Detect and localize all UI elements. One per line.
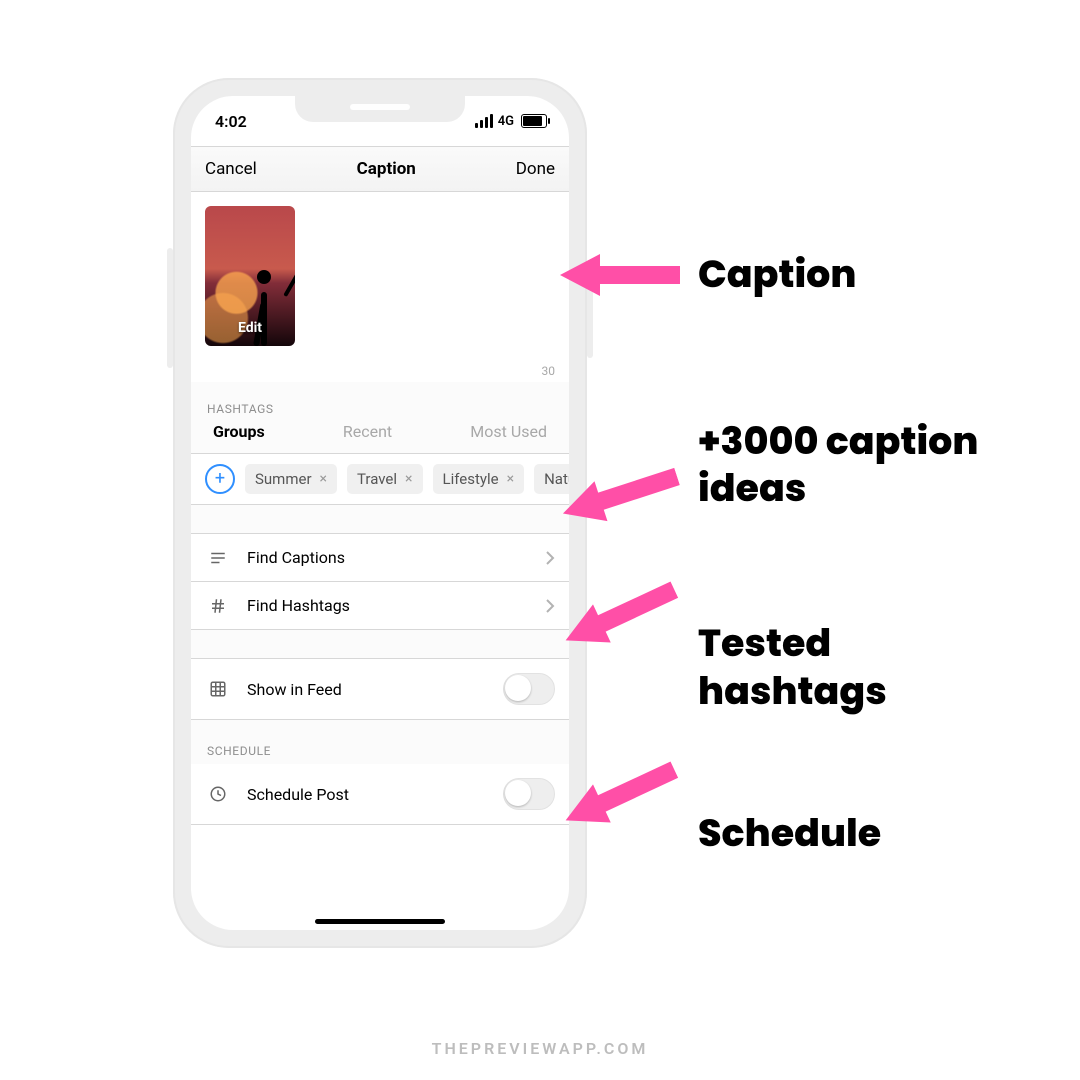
grid-icon: [207, 680, 229, 698]
schedule-header: SCHEDULE: [191, 720, 569, 764]
add-group-icon[interactable]: +: [205, 464, 235, 494]
home-indicator: [315, 919, 445, 924]
status-time: 4:02: [215, 112, 247, 131]
edit-thumbnail-label: Edit: [205, 320, 295, 336]
hashtag-chips[interactable]: + Summer× Travel× Lifestyle× Nature: [191, 454, 569, 505]
post-thumbnail[interactable]: Edit: [205, 206, 295, 346]
close-icon[interactable]: ×: [320, 471, 327, 487]
hashtags-header: HASHTAGS: [191, 382, 569, 422]
find-hashtags-row[interactable]: Find Hashtags: [191, 582, 569, 630]
battery-icon: [521, 114, 547, 128]
arrow-left-icon: [560, 250, 680, 300]
signal-icon: [475, 114, 493, 128]
annotation-schedule: Schedule: [560, 770, 881, 858]
annotation-caption-ideas: +3000 caption ideas: [560, 470, 998, 520]
phone-notch: [295, 96, 465, 122]
tab-most-used[interactable]: Most Used: [470, 422, 547, 441]
find-hashtags-label: Find Hashtags: [247, 596, 527, 615]
show-in-feed-label: Show in Feed: [247, 680, 485, 699]
phone-screen: 4:02 4G Cancel Caption Done Edit 30 HASH…: [191, 96, 569, 930]
find-captions-label: Find Captions: [247, 548, 527, 567]
chip-summer[interactable]: Summer×: [245, 464, 337, 494]
chip-travel[interactable]: Travel×: [347, 464, 423, 494]
show-in-feed-toggle[interactable]: [503, 673, 555, 705]
annotation-tested-hashtags: Tested hashtags: [560, 590, 998, 715]
footer-brand: THEPREVIEWAPP.COM: [0, 1039, 1080, 1058]
tab-recent[interactable]: Recent: [343, 422, 392, 441]
page-title: Caption: [257, 159, 516, 179]
cancel-button[interactable]: Cancel: [205, 159, 257, 179]
clock-icon: [207, 785, 229, 803]
nav-bar: Cancel Caption Done: [191, 146, 569, 192]
done-button[interactable]: Done: [516, 159, 555, 179]
tab-groups[interactable]: Groups: [213, 422, 265, 441]
chevron-right-icon: [545, 550, 555, 566]
status-network: 4G: [498, 114, 514, 129]
schedule-post-row[interactable]: Schedule Post: [191, 764, 569, 825]
caption-area[interactable]: Edit 30: [191, 192, 569, 382]
phone-mockup: 4:02 4G Cancel Caption Done Edit 30 HASH…: [173, 78, 587, 948]
hashtag-tabs: Groups Recent Most Used: [191, 422, 569, 454]
schedule-post-label: Schedule Post: [247, 785, 485, 804]
close-icon[interactable]: ×: [405, 471, 412, 487]
close-icon[interactable]: ×: [507, 471, 514, 487]
lines-icon: [207, 549, 229, 567]
show-in-feed-row[interactable]: Show in Feed: [191, 659, 569, 720]
annotation-caption: Caption: [560, 250, 856, 300]
find-captions-row[interactable]: Find Captions: [191, 534, 569, 582]
hashtag-icon: [207, 597, 229, 615]
chevron-right-icon: [545, 598, 555, 614]
caption-count: 30: [542, 364, 556, 378]
chip-lifestyle[interactable]: Lifestyle×: [433, 464, 525, 494]
schedule-toggle[interactable]: [503, 778, 555, 810]
